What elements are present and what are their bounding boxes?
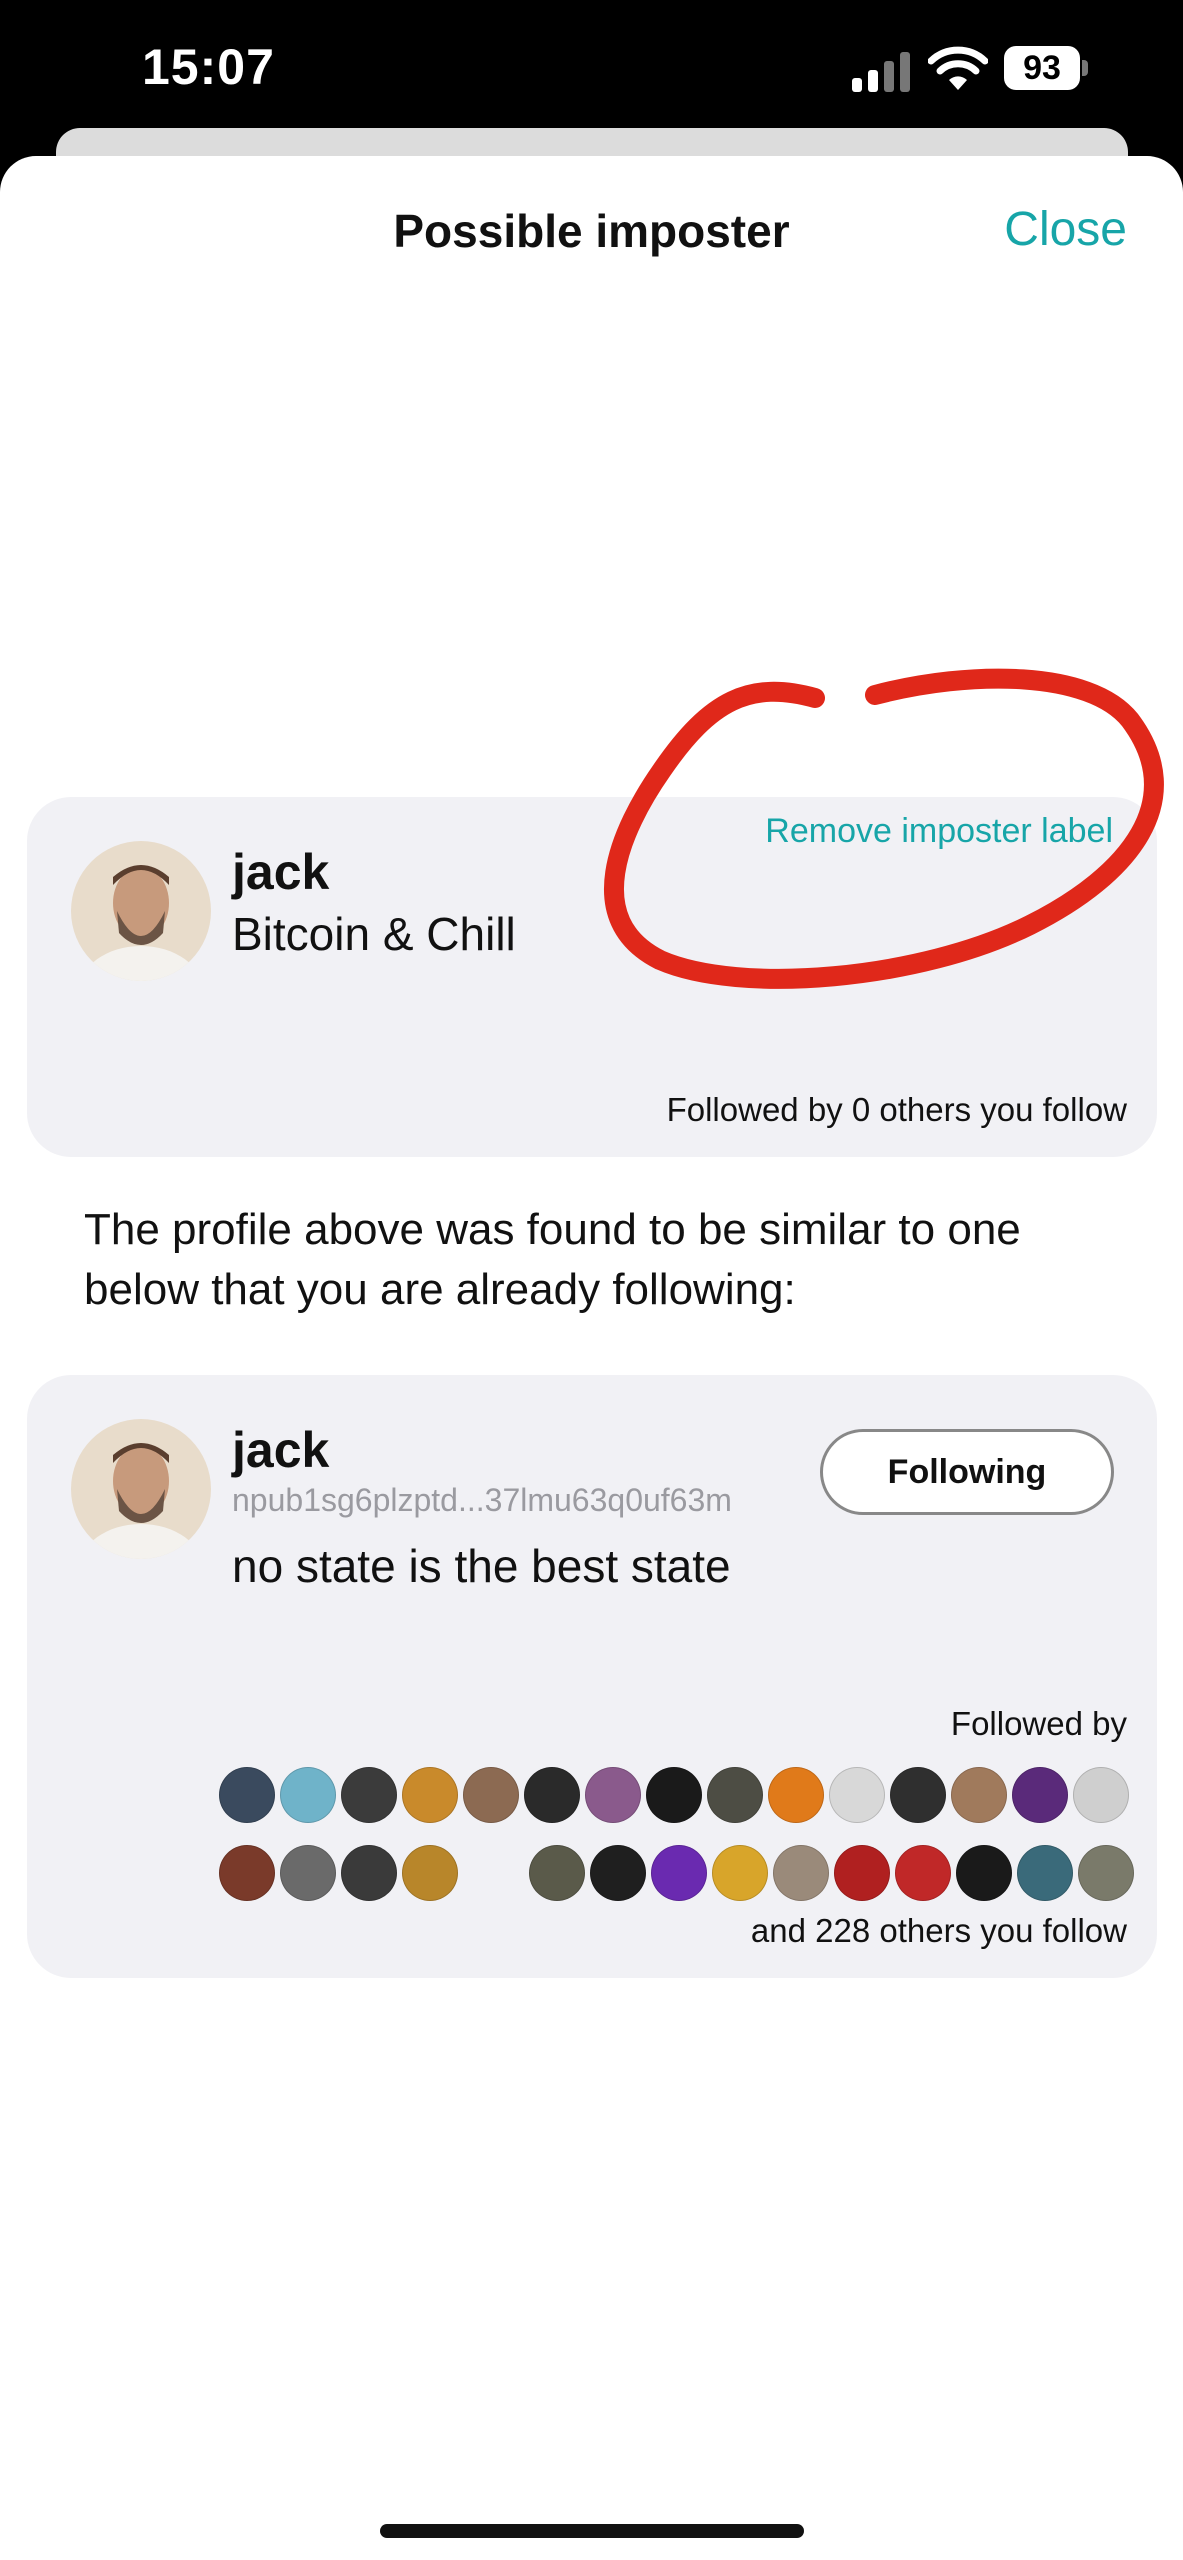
profile-bio: no state is the best state — [232, 1540, 731, 1592]
battery-icon: 93 — [1004, 46, 1088, 90]
follower-avatar[interactable] — [280, 1767, 336, 1823]
follower-avatar[interactable] — [341, 1845, 397, 1901]
remove-imposter-label-link[interactable]: Remove imposter label — [765, 812, 1113, 851]
follower-avatar[interactable] — [651, 1845, 707, 1901]
followed-by-label: Followed by — [950, 1705, 1127, 1742]
follower-avatar[interactable] — [890, 1767, 946, 1823]
follower-avatar[interactable] — [590, 1845, 646, 1901]
followed-profile-card[interactable]: jack npub1sg6plzptd...37lmu63q0uf63m no … — [27, 1375, 1157, 1978]
mutual-followers-count: Followed by 0 others you follow — [666, 1091, 1127, 1128]
avatar — [71, 1419, 211, 1559]
similarity-explanation: The profile above was found to be simila… — [84, 1205, 1021, 1314]
follower-avatar[interactable] — [463, 1767, 519, 1823]
modal-sheet — [0, 156, 1183, 2560]
close-button[interactable]: Close — [1004, 202, 1127, 257]
follower-avatar[interactable] — [524, 1767, 580, 1823]
follower-avatar[interactable] — [402, 1767, 458, 1823]
follower-avatar[interactable] — [402, 1845, 458, 1901]
following-button[interactable]: Following — [820, 1429, 1114, 1515]
follower-avatar[interactable] — [773, 1845, 829, 1901]
follower-avatar[interactable] — [834, 1845, 890, 1901]
follower-avatar[interactable] — [712, 1845, 768, 1901]
imposter-profile-card[interactable]: jack Bitcoin & Chill Remove imposter lab… — [27, 797, 1157, 1157]
follower-avatars-row — [219, 1845, 1134, 1901]
avatar — [71, 841, 211, 981]
follower-avatar[interactable] — [768, 1767, 824, 1823]
follower-avatar[interactable] — [219, 1767, 275, 1823]
follower-avatar[interactable] — [341, 1767, 397, 1823]
follower-avatar[interactable] — [951, 1767, 1007, 1823]
profile-bio: Bitcoin & Chill — [232, 908, 516, 960]
home-indicator — [380, 2524, 804, 2538]
follower-avatar[interactable] — [1073, 1767, 1129, 1823]
follower-avatar[interactable] — [529, 1845, 585, 1901]
status-bar: 15:07 93 — [0, 0, 1183, 140]
profile-name: jack — [232, 844, 330, 900]
follower-avatar[interactable] — [707, 1767, 763, 1823]
follower-avatar[interactable] — [585, 1767, 641, 1823]
status-time: 15:07 — [142, 39, 275, 95]
follower-avatars-row — [219, 1767, 1129, 1823]
follower-avatar[interactable] — [1017, 1845, 1073, 1901]
mutual-followers-count: and 228 others you follow — [750, 1912, 1127, 1949]
follower-avatar[interactable] — [956, 1845, 1012, 1901]
battery-level: 93 — [1004, 46, 1080, 90]
follower-avatar[interactable] — [280, 1845, 336, 1901]
follower-avatar[interactable] — [1078, 1845, 1134, 1901]
follower-avatar[interactable] — [646, 1767, 702, 1823]
cellular-signal-icon — [852, 52, 910, 92]
follower-avatar[interactable] — [1012, 1767, 1068, 1823]
wifi-icon — [928, 46, 988, 90]
follower-avatar[interactable] — [829, 1767, 885, 1823]
profile-name: jack — [232, 1422, 330, 1478]
follower-avatar[interactable] — [219, 1845, 275, 1901]
follower-avatar[interactable] — [895, 1845, 951, 1901]
profile-npub: npub1sg6plzptd...37lmu63q0uf63m — [232, 1482, 732, 1518]
